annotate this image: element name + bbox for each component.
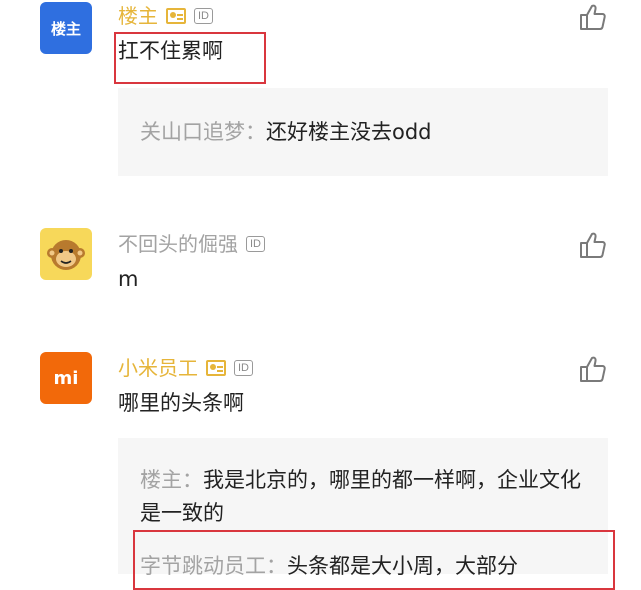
like-thumb-icon[interactable] [578,2,608,32]
comment-text: m [118,267,139,291]
id-badge: ID [234,360,253,376]
reply-text: 我是北京的，哪里的都一样啊，企业文化是一致的 [140,468,581,525]
comment-text: 哪里的头条啊 [118,391,244,415]
avatar[interactable]: 楼主 [40,2,92,54]
commenter-name[interactable]: 不回头的倔强 [118,230,238,258]
reply-author[interactable]: 关山口追梦 [140,120,245,144]
commenter-name[interactable]: 楼主 [118,2,158,30]
monkey-icon [47,240,85,270]
reply-author[interactable]: 楼主 [140,468,182,492]
avatar[interactable] [40,228,92,280]
id-badge: ID [194,8,213,24]
commenter-name[interactable]: 小米员工 [118,354,198,382]
like-thumb-icon[interactable] [578,230,608,260]
highlight-box [133,530,615,590]
highlight-box [114,32,266,84]
reply-item[interactable]: 楼主：我是北京的，哪里的都一样啊，企业文化是一致的 [140,464,594,530]
like-thumb-icon[interactable] [578,354,608,384]
reply-separator: ： [182,468,203,492]
avatar-label: 楼主 [50,19,81,38]
verified-badge-icon [166,8,186,24]
avatar[interactable]: mi [40,352,92,404]
id-badge: ID [246,236,265,252]
verified-badge-icon [206,360,226,376]
reply-box: 关山口追梦：还好楼主没去odd [118,88,608,176]
reply-separator: ： [245,120,266,144]
reply-text: 还好楼主没去odd [266,120,432,144]
reply-item[interactable]: 关山口追梦：还好楼主没去odd [140,116,594,149]
xiaomi-logo-icon: mi [53,367,79,389]
